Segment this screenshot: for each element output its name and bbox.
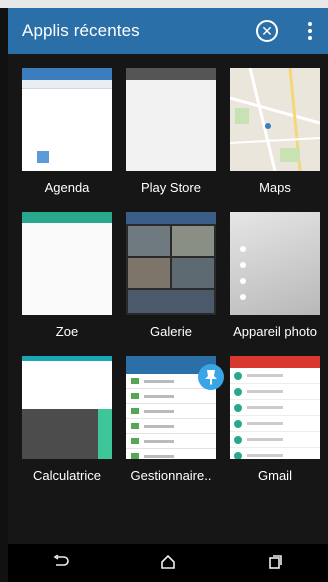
app-label: Galerie xyxy=(150,324,192,339)
navigation-bar xyxy=(8,544,328,582)
pin-icon[interactable] xyxy=(198,364,224,390)
app-thumbnail xyxy=(22,68,112,171)
app-label: Calculatrice xyxy=(33,468,101,483)
app-label: Zoe xyxy=(55,324,79,339)
app-thumbnail xyxy=(230,68,320,171)
app-thumbnail xyxy=(22,356,112,459)
page-title: Applis récentes xyxy=(22,21,140,40)
close-all-icon[interactable]: ✕ xyxy=(256,20,278,42)
app-bar: Applis récentes ✕ xyxy=(8,8,328,54)
app-thumbnail xyxy=(22,212,112,315)
left-edge xyxy=(0,8,8,582)
home-icon[interactable] xyxy=(148,553,188,574)
app-thumbnail xyxy=(126,68,216,171)
app-label: Appareil photo xyxy=(233,324,317,339)
app-thumbnail xyxy=(230,356,320,459)
top-frame xyxy=(0,0,328,8)
app-thumbnail xyxy=(230,212,320,315)
back-icon[interactable] xyxy=(41,553,81,574)
app-label: Maps xyxy=(259,180,291,195)
app-label: Gestionnaire.. xyxy=(130,468,212,483)
app-label: Gmail xyxy=(258,468,292,483)
more-options-icon[interactable] xyxy=(306,22,314,40)
app-label: Agenda xyxy=(44,180,90,195)
app-thumbnail xyxy=(126,212,216,315)
app-label: Play Store xyxy=(141,180,201,195)
recents-icon[interactable] xyxy=(255,553,295,574)
